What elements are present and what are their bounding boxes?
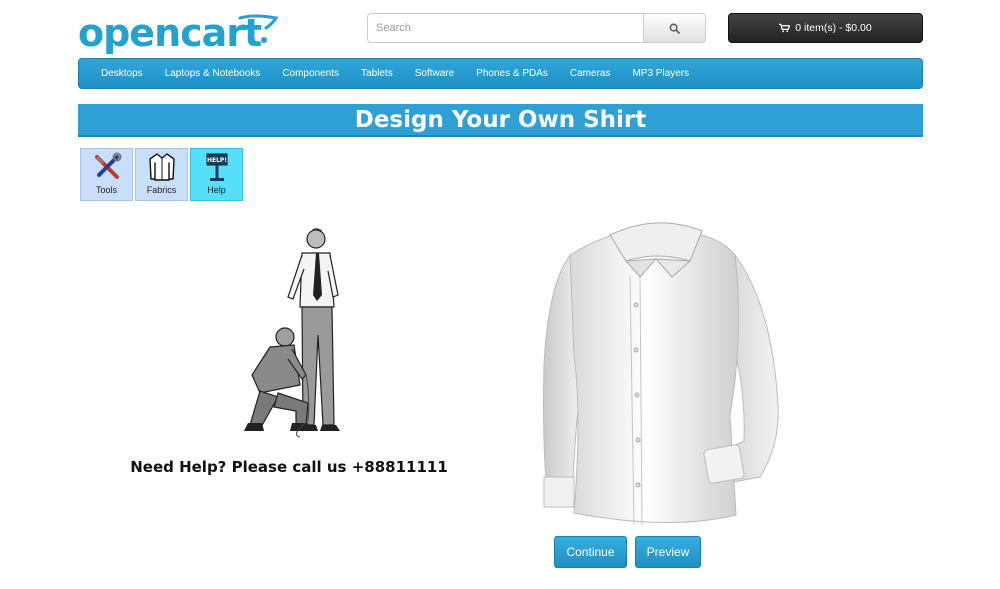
- menu-item-laptops-notebooks[interactable]: Laptops & Notebooks: [154, 58, 272, 89]
- shirt-preview-image: [543, 222, 779, 526]
- tab-tools-label: Tools: [95, 185, 117, 195]
- search-input[interactable]: [367, 13, 643, 43]
- help-contact-text: Need Help? Please call us +88811111: [130, 458, 448, 476]
- shopping-cart-icon: [779, 23, 791, 33]
- menu-item-components[interactable]: Components: [271, 58, 350, 89]
- logo-cart-icon: [238, 14, 279, 43]
- tab-fabrics[interactable]: Fabrics: [135, 148, 188, 201]
- menu-item-mp3-players[interactable]: MP3 Players: [621, 58, 700, 89]
- logo-text: opencart: [78, 11, 262, 55]
- search-button[interactable]: [643, 13, 706, 43]
- main-menu: Desktops Laptops & Notebooks Components …: [78, 58, 923, 89]
- tab-help-label: Help: [207, 185, 226, 195]
- page-title-bar: Design Your Own Shirt: [78, 104, 923, 137]
- continue-button[interactable]: Continue: [554, 536, 627, 568]
- preview-button[interactable]: Preview: [635, 536, 701, 568]
- designer-tool-tabs: Tools Fabrics HELP! Help: [80, 148, 243, 201]
- help-sign-text: HELP!: [206, 157, 226, 164]
- help-sign-icon: HELP!: [206, 153, 227, 181]
- menu-item-cameras[interactable]: Cameras: [559, 58, 622, 89]
- tab-tools[interactable]: Tools: [80, 148, 133, 201]
- screwdriver-wrench-icon: [94, 152, 121, 179]
- menu-item-tablets[interactable]: Tablets: [350, 58, 404, 89]
- tab-help[interactable]: HELP! Help: [190, 148, 243, 201]
- tailor-measuring-illustration: [244, 228, 340, 438]
- cart-label: 0 item(s) - $0.00: [795, 22, 872, 34]
- menu-item-phones-pdas[interactable]: Phones & PDAs: [465, 58, 559, 89]
- search-icon: [669, 23, 680, 34]
- tab-fabrics-label: Fabrics: [146, 185, 177, 195]
- opencart-logo[interactable]: opencart: [78, 10, 279, 55]
- menu-item-desktops[interactable]: Desktops: [90, 58, 154, 89]
- cart-button[interactable]: 0 item(s) - $0.00: [728, 13, 923, 43]
- search-bar: [367, 13, 706, 43]
- page-title: Design Your Own Shirt: [354, 106, 647, 133]
- menu-item-software[interactable]: Software: [404, 58, 465, 89]
- shirt-icon: [148, 153, 175, 181]
